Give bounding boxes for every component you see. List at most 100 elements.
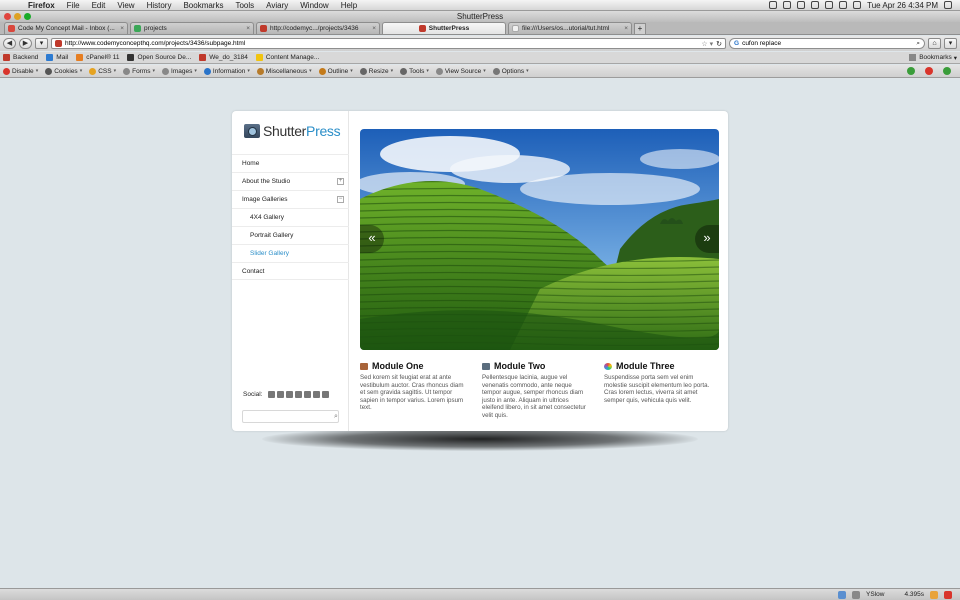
menu-view[interactable]: View xyxy=(111,1,140,10)
addon-icon[interactable] xyxy=(838,590,847,599)
menu-bookmarks[interactable]: Bookmarks xyxy=(177,1,229,10)
menu-edit[interactable]: Edit xyxy=(86,1,112,10)
tab-close-icon[interactable]: × xyxy=(624,25,628,32)
search-icon[interactable]: ⌕ xyxy=(916,40,920,48)
spotlight-icon[interactable] xyxy=(944,1,952,9)
search-icon[interactable]: ⌕ xyxy=(334,413,338,421)
facebook-icon[interactable] xyxy=(312,391,320,398)
dev-forms-menu[interactable]: Forms ▾ xyxy=(123,67,155,75)
site-logo[interactable]: Shutter Press xyxy=(244,123,341,139)
menu-aviary[interactable]: Aviary xyxy=(260,1,294,10)
dev-disable-menu[interactable]: Disable ▾ xyxy=(3,67,38,75)
tab-shutterpress[interactable]: ShutterPress xyxy=(382,22,506,34)
flickr-icon[interactable] xyxy=(294,391,302,398)
tab-local-file[interactable]: file:///Users/os...utorial/tut.html × xyxy=(508,22,632,34)
site-identity-icon[interactable] xyxy=(55,40,62,47)
tab-close-icon[interactable]: × xyxy=(372,25,376,32)
bookmark-favicon-icon xyxy=(3,54,10,61)
home-button[interactable]: ⌂ xyxy=(928,38,941,49)
delicious-icon[interactable] xyxy=(303,391,311,398)
app-menu[interactable]: Firefox xyxy=(22,1,61,10)
dev-options-menu[interactable]: Options ▾ xyxy=(492,67,529,75)
error-icon[interactable] xyxy=(925,67,933,75)
error-console-icon[interactable] xyxy=(944,590,952,599)
vimeo-icon[interactable] xyxy=(285,391,293,398)
collapse-icon[interactable]: − xyxy=(337,196,344,203)
dev-cookies-menu[interactable]: Cookies ▾ xyxy=(45,67,82,75)
status-icon[interactable] xyxy=(769,1,778,9)
search-input[interactable] xyxy=(742,40,917,47)
dev-outline-menu[interactable]: Outline ▾ xyxy=(318,67,353,75)
nav-item-4x4-gallery[interactable]: 4X4 Gallery xyxy=(232,208,349,226)
slider-next-button[interactable]: » xyxy=(695,225,719,253)
tab-projects[interactable]: projects × xyxy=(130,22,254,34)
tab-close-icon[interactable]: × xyxy=(246,25,250,32)
forms-icon xyxy=(123,67,131,75)
forward-button[interactable]: ▶ xyxy=(19,38,32,49)
nav-item-about[interactable]: About the Studio + xyxy=(232,172,349,190)
menu-tools[interactable]: Tools xyxy=(229,1,260,10)
miscellaneous-icon xyxy=(256,67,264,75)
nav-item-contact[interactable]: Contact xyxy=(232,262,349,280)
history-dropdown-icon[interactable]: ▾ xyxy=(35,38,48,49)
wifi-icon[interactable] xyxy=(825,1,834,9)
clock[interactable]: Tue Apr 26 4:34 PM xyxy=(867,1,938,10)
bookmark-content-manage[interactable]: Content Manage... xyxy=(255,54,319,61)
battery-icon[interactable] xyxy=(853,1,862,9)
addon-menu-icon[interactable]: ▾ xyxy=(944,38,957,49)
social-links: Social: xyxy=(243,391,329,398)
nav-item-slider-gallery[interactable]: Slider Gallery xyxy=(232,244,349,262)
dev-tools-menu[interactable]: Tools ▾ xyxy=(400,67,429,75)
volume-icon[interactable] xyxy=(839,1,848,9)
bookmark-backend[interactable]: Backend xyxy=(3,54,38,61)
yslow-icon[interactable] xyxy=(852,590,861,599)
dev-images-menu[interactable]: Images ▾ xyxy=(162,67,197,75)
yslow-label[interactable]: YSlow xyxy=(866,591,884,598)
dev-css-menu[interactable]: CSS ▾ xyxy=(89,67,116,75)
nav-item-home[interactable]: Home xyxy=(232,154,349,172)
tab-mail[interactable]: Code My Concept Mail - Inbox (... × xyxy=(4,22,128,34)
bookmark-cpanel[interactable]: cPanel® 11 xyxy=(76,54,119,61)
status-icon[interactable] xyxy=(797,1,806,9)
zoom-window-icon[interactable] xyxy=(24,13,31,20)
notification-icon[interactable] xyxy=(930,590,938,599)
social-icons xyxy=(267,391,329,398)
expand-icon[interactable]: + xyxy=(337,178,344,185)
search-bar[interactable]: G ⌕ xyxy=(729,38,925,49)
new-tab-button[interactable]: + xyxy=(634,23,646,34)
nav-item-portrait-gallery[interactable]: Portrait Gallery xyxy=(232,226,349,244)
google-search-icon[interactable]: G xyxy=(734,40,739,47)
bookmark-favicon-icon xyxy=(46,54,54,61)
bookmark-star-icon[interactable]: ☆ ▾ xyxy=(701,40,713,48)
back-button[interactable]: ◀ xyxy=(3,38,16,49)
status-icon[interactable] xyxy=(783,1,792,9)
bluetooth-icon[interactable] xyxy=(811,1,820,9)
dev-miscellaneous-menu[interactable]: Miscellaneous ▾ xyxy=(256,67,312,75)
bookmark-mail[interactable]: Mail xyxy=(46,54,68,61)
menu-window[interactable]: Window xyxy=(294,1,334,10)
nav-item-image-galleries[interactable]: Image Galleries − xyxy=(232,190,349,208)
bookmark-open-source[interactable]: Open Source De... xyxy=(127,54,191,61)
dev-view-source-menu[interactable]: View Source ▾ xyxy=(435,67,486,75)
dev-information-menu[interactable]: Information ▾ xyxy=(203,67,250,75)
js-valid-check-icon[interactable] xyxy=(943,67,951,75)
bookmark-we-do[interactable]: We_do_3184 xyxy=(199,54,248,61)
bookmarks-menu-button[interactable]: Bookmarks ▾ xyxy=(909,54,957,62)
menu-file[interactable]: File xyxy=(61,1,86,10)
dev-resize-menu[interactable]: Resize ▾ xyxy=(359,67,393,75)
menu-help[interactable]: Help xyxy=(335,1,363,10)
minimize-window-icon[interactable] xyxy=(14,13,21,20)
site-search-input[interactable] xyxy=(246,413,334,420)
rss-icon[interactable] xyxy=(321,391,329,398)
page-viewport: Shutter Press Home About the Studio + Imag… xyxy=(0,79,960,588)
menu-history[interactable]: History xyxy=(141,1,178,10)
myspace-icon[interactable] xyxy=(276,391,284,398)
twitter-icon[interactable] xyxy=(267,391,275,398)
css-valid-check-icon[interactable] xyxy=(907,67,915,75)
url-bar[interactable]: ☆ ▾ ↻ xyxy=(51,38,726,49)
reload-icon[interactable]: ↻ xyxy=(716,40,722,48)
tab-close-icon[interactable]: × xyxy=(120,25,124,32)
close-window-icon[interactable] xyxy=(4,13,11,20)
tab-project-3436[interactable]: http://codemyc.../projects/3436 × xyxy=(256,22,380,34)
url-input[interactable] xyxy=(65,40,702,47)
